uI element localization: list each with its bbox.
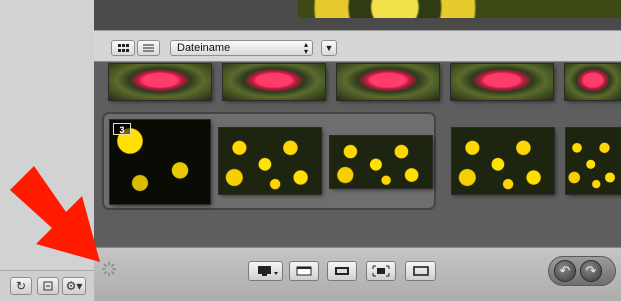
photo-thumbnail[interactable] (219, 128, 321, 194)
rotate-left-icon: ↶ (559, 263, 571, 278)
gear-icon: ⚙▾ (65, 279, 83, 293)
left-toolbar: ↻ ⚙▾ (0, 270, 94, 301)
rotate-right-button[interactable]: ↷ (580, 260, 602, 282)
fullscreen-icon (372, 265, 390, 277)
refresh-icon: ↻ (15, 279, 27, 293)
archive-button[interactable] (37, 277, 59, 295)
action-menu-button[interactable]: ⚙▾ (62, 277, 86, 295)
photo-thumbnail[interactable] (566, 128, 621, 194)
archive-icon (43, 281, 53, 291)
photo-thumbnail[interactable] (337, 64, 439, 100)
list-view-button[interactable] (137, 40, 160, 56)
filmstrip-button[interactable] (327, 261, 357, 281)
photo-thumbnail[interactable] (452, 128, 554, 194)
photo-thumbnail[interactable] (451, 64, 553, 100)
photo-thumbnail[interactable] (109, 64, 211, 100)
red-arrow-annotation (10, 166, 100, 262)
sort-direction-button[interactable]: ▼ (321, 40, 337, 56)
rotate-left-button[interactable]: ↶ (554, 260, 576, 282)
stack-count-badge[interactable]: 3 (113, 123, 131, 135)
grid-view-icon (118, 44, 129, 52)
single-view-button[interactable] (405, 261, 436, 281)
display-icon (257, 266, 278, 276)
sort-select[interactable]: Dateiname ▴ ▾ (170, 40, 313, 56)
rotate-controls: ↶ ↷ (548, 256, 616, 286)
single-view-icon (412, 266, 429, 276)
filmstrip-icon (335, 267, 349, 275)
rotate-right-icon: ↷ (585, 263, 597, 278)
list-view-icon (143, 44, 154, 52)
display-menu-button[interactable] (248, 261, 283, 281)
chevron-down-icon: ▼ (324, 43, 334, 53)
sort-select-label: Dateiname (177, 42, 231, 54)
photo-thumbnail[interactable] (330, 136, 432, 188)
viewer-image (298, 0, 621, 18)
photo-thumbnail[interactable] (565, 64, 621, 100)
select-arrows-icon: ▴ ▾ (303, 40, 308, 56)
grid-view-button[interactable] (111, 40, 135, 56)
bottom-toolbar (94, 247, 621, 301)
photo-thumbnail[interactable] (223, 64, 325, 100)
fullscreen-button[interactable] (366, 261, 396, 281)
thumbnails-button[interactable] (289, 261, 319, 281)
film-icon (296, 266, 312, 276)
refresh-button[interactable]: ↻ (10, 277, 32, 295)
